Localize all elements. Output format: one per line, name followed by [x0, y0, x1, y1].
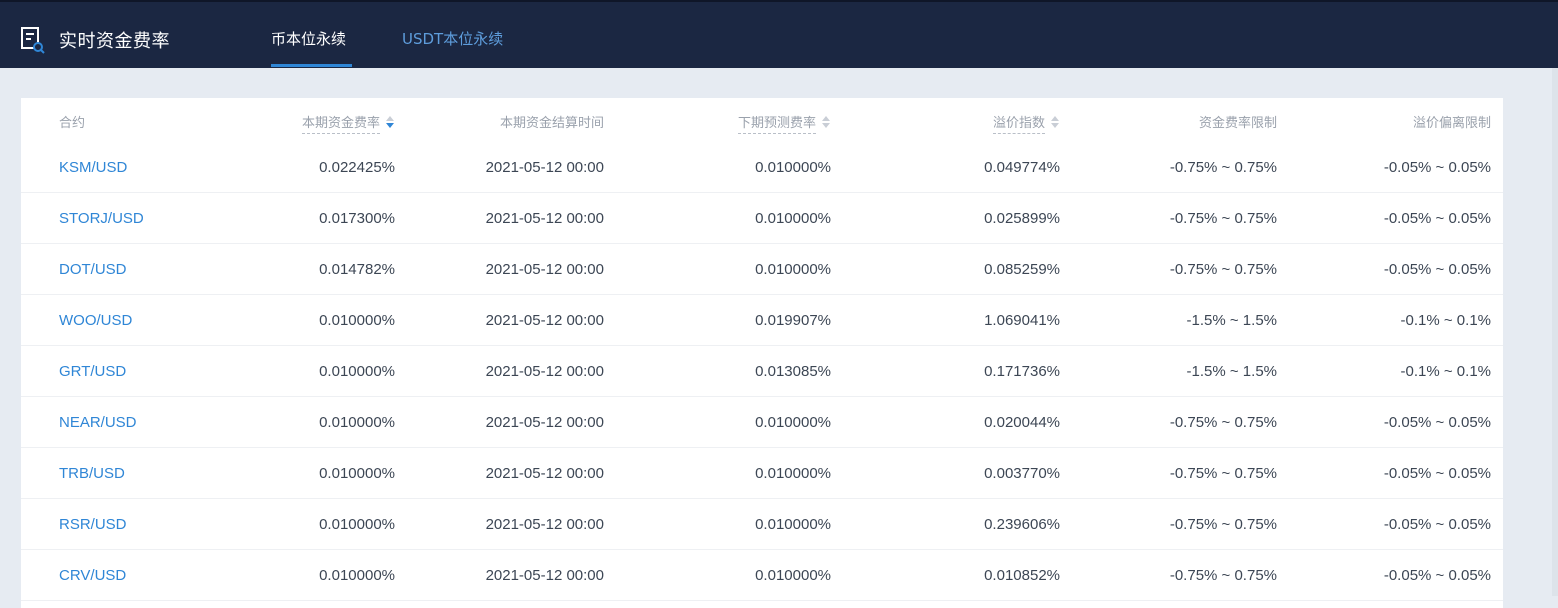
sort-caret-icon[interactable] — [822, 116, 831, 128]
premium-index-cell: 0.239606% — [984, 516, 1060, 533]
settle-time-cell: 2021-05-12 00:00 — [485, 516, 604, 533]
settle-time-cell: 2021-05-12 00:00 — [485, 363, 604, 380]
current-rate-cell: 0.010000% — [319, 465, 395, 482]
rate-limit-cell: -0.75% ~ 0.75% — [1169, 261, 1277, 278]
active-tab-indicator — [271, 64, 352, 67]
next-rate-cell: 0.010000% — [755, 261, 831, 278]
current-rate-cell: 0.010000% — [319, 363, 395, 380]
table-row: NEAR/USD 0.010000% 2021-05-12 00:00 0.01000… — [21, 397, 1503, 448]
column-header-rate-limit: 资金费率限制 — [1198, 116, 1277, 131]
contract-symbol-link[interactable]: RSR/USD — [59, 516, 127, 533]
rate-limit-cell: -1.5% ~ 1.5% — [1186, 363, 1277, 380]
next-rate-cell: 0.010000% — [755, 567, 831, 584]
column-header-premium-limit: 溢价偏离限制 — [1412, 116, 1491, 131]
funding-rate-table: 合约 本期资金费率 本期资金结算时间 下期预测费率 溢价指数 资金费率限制 溢价… — [21, 98, 1503, 601]
table-row: DOT/USD 0.014782% 2021-05-12 00:00 0.010000… — [21, 244, 1503, 295]
rate-limit-cell: -0.75% ~ 0.75% — [1169, 210, 1277, 227]
premium-index-cell: 0.049774% — [984, 159, 1060, 176]
current-rate-cell: 0.010000% — [319, 567, 395, 584]
settle-time-cell: 2021-05-12 00:00 — [485, 159, 604, 176]
contract-symbol-link[interactable]: KSM/USD — [59, 159, 127, 176]
next-rate-cell: 0.013085% — [755, 363, 831, 380]
premium-index-cell: 0.025899% — [984, 210, 1060, 227]
next-rate-cell: 0.019907% — [755, 312, 831, 329]
current-rate-cell: 0.014782% — [319, 261, 395, 278]
contract-symbol-link[interactable]: DOT/USD — [59, 261, 127, 278]
premium-limit-cell: -0.05% ~ 0.05% — [1383, 159, 1491, 176]
contract-symbol-link[interactable]: WOO/USD — [59, 312, 132, 329]
contract-symbol-link[interactable]: CRV/USD — [59, 567, 126, 584]
current-rate-cell: 0.022425% — [319, 159, 395, 176]
premium-index-cell: 0.171736% — [984, 363, 1060, 380]
premium-index-cell: 0.020044% — [984, 414, 1060, 431]
column-header-next-rate-label: 下期预测费率 — [737, 116, 816, 134]
settle-time-cell: 2021-05-12 00:00 — [485, 261, 604, 278]
current-rate-cell: 0.010000% — [319, 312, 395, 329]
premium-limit-cell: -0.05% ~ 0.05% — [1383, 516, 1491, 533]
brand: 实时资金费率 — [20, 25, 170, 55]
sort-caret-icon[interactable] — [1051, 116, 1060, 128]
table-body: KSM/USD 0.022425% 2021-05-12 00:00 0.010000… — [21, 142, 1503, 601]
table-row: WOO/USD 0.010000% 2021-05-12 00:00 0.019907… — [21, 295, 1503, 346]
rate-limit-cell: -1.5% ~ 1.5% — [1186, 312, 1277, 329]
column-header-contract: 合约 — [59, 116, 86, 131]
current-rate-cell: 0.010000% — [319, 414, 395, 431]
top-nav-bar: 实时资金费率 币本位永续 USDT本位永续 — [0, 0, 1558, 68]
premium-index-cell: 0.010852% — [984, 567, 1060, 584]
column-header-premium-index-label: 溢价指数 — [992, 116, 1045, 134]
next-rate-cell: 0.010000% — [755, 210, 831, 227]
table-row: CRV/USD 0.010000% 2021-05-12 00:00 0.010000… — [21, 550, 1503, 601]
premium-limit-cell: -0.05% ~ 0.05% — [1383, 567, 1491, 584]
settle-time-cell: 2021-05-12 00:00 — [485, 210, 604, 227]
rate-limit-cell: -0.75% ~ 0.75% — [1169, 567, 1277, 584]
premium-index-cell: 0.085259% — [984, 261, 1060, 278]
funding-rate-panel: 合约 本期资金费率 本期资金结算时间 下期预测费率 溢价指数 资金费率限制 溢价… — [21, 98, 1503, 608]
next-rate-cell: 0.010000% — [755, 414, 831, 431]
contract-symbol-link[interactable]: STORJ/USD — [59, 210, 144, 227]
premium-index-cell: 0.003770% — [984, 465, 1060, 482]
premium-limit-cell: -0.05% ~ 0.05% — [1383, 210, 1491, 227]
next-rate-cell: 0.010000% — [755, 465, 831, 482]
contract-symbol-link[interactable]: NEAR/USD — [59, 414, 137, 431]
sort-caret-icon[interactable] — [386, 116, 395, 128]
tab-usdt-margined-perpetual[interactable]: USDT本位永续 — [402, 28, 503, 49]
column-header-next-rate[interactable]: 下期预测费率 — [737, 112, 831, 134]
premium-limit-cell: -0.05% ~ 0.05% — [1383, 414, 1491, 431]
column-header-current-rate-label: 本期资金费率 — [301, 116, 380, 134]
next-rate-cell: 0.010000% — [755, 516, 831, 533]
contract-symbol-link[interactable]: TRB/USD — [59, 465, 125, 482]
column-header-settle-time: 本期资金结算时间 — [499, 116, 604, 131]
tab-coin-margined-perpetual[interactable]: 币本位永续 — [271, 28, 346, 49]
settle-time-cell: 2021-05-12 00:00 — [485, 465, 604, 482]
contract-symbol-link[interactable]: GRT/USD — [59, 363, 126, 380]
settle-time-cell: 2021-05-12 00:00 — [485, 567, 604, 584]
premium-limit-cell: -0.1% ~ 0.1% — [1400, 312, 1491, 329]
page-title: 实时资金费率 — [59, 31, 170, 52]
rate-limit-cell: -0.75% ~ 0.75% — [1169, 516, 1277, 533]
top-strip — [0, 0, 1558, 2]
table-row: RSR/USD 0.010000% 2021-05-12 00:00 0.010000… — [21, 499, 1503, 550]
settle-time-cell: 2021-05-12 00:00 — [485, 312, 604, 329]
column-header-premium-index[interactable]: 溢价指数 — [992, 112, 1060, 134]
premium-limit-cell: -0.1% ~ 0.1% — [1400, 363, 1491, 380]
table-row: TRB/USD 0.010000% 2021-05-12 00:00 0.010000… — [21, 448, 1503, 499]
rate-limit-cell: -0.75% ~ 0.75% — [1169, 159, 1277, 176]
current-rate-cell: 0.017300% — [319, 210, 395, 227]
rate-limit-cell: -0.75% ~ 0.75% — [1169, 414, 1277, 431]
column-header-current-rate[interactable]: 本期资金费率 — [301, 112, 395, 134]
table-row: STORJ/USD 0.017300% 2021-05-12 00:00 0.0100… — [21, 193, 1503, 244]
premium-limit-cell: -0.05% ~ 0.05% — [1383, 261, 1491, 278]
table-header: 合约 本期资金费率 本期资金结算时间 下期预测费率 溢价指数 资金费率限制 溢价… — [21, 98, 1503, 142]
table-row: KSM/USD 0.022425% 2021-05-12 00:00 0.010000… — [21, 142, 1503, 193]
rate-limit-cell: -0.75% ~ 0.75% — [1169, 465, 1277, 482]
premium-index-cell: 1.069041% — [984, 312, 1060, 329]
premium-limit-cell: -0.05% ~ 0.05% — [1383, 465, 1491, 482]
table-row: GRT/USD 0.010000% 2021-05-12 00:00 0.013085… — [21, 346, 1503, 397]
next-rate-cell: 0.010000% — [755, 159, 831, 176]
document-search-icon — [21, 27, 45, 54]
page-scrollbar[interactable] — [1552, 68, 1558, 596]
current-rate-cell: 0.010000% — [319, 516, 395, 533]
settle-time-cell: 2021-05-12 00:00 — [485, 414, 604, 431]
